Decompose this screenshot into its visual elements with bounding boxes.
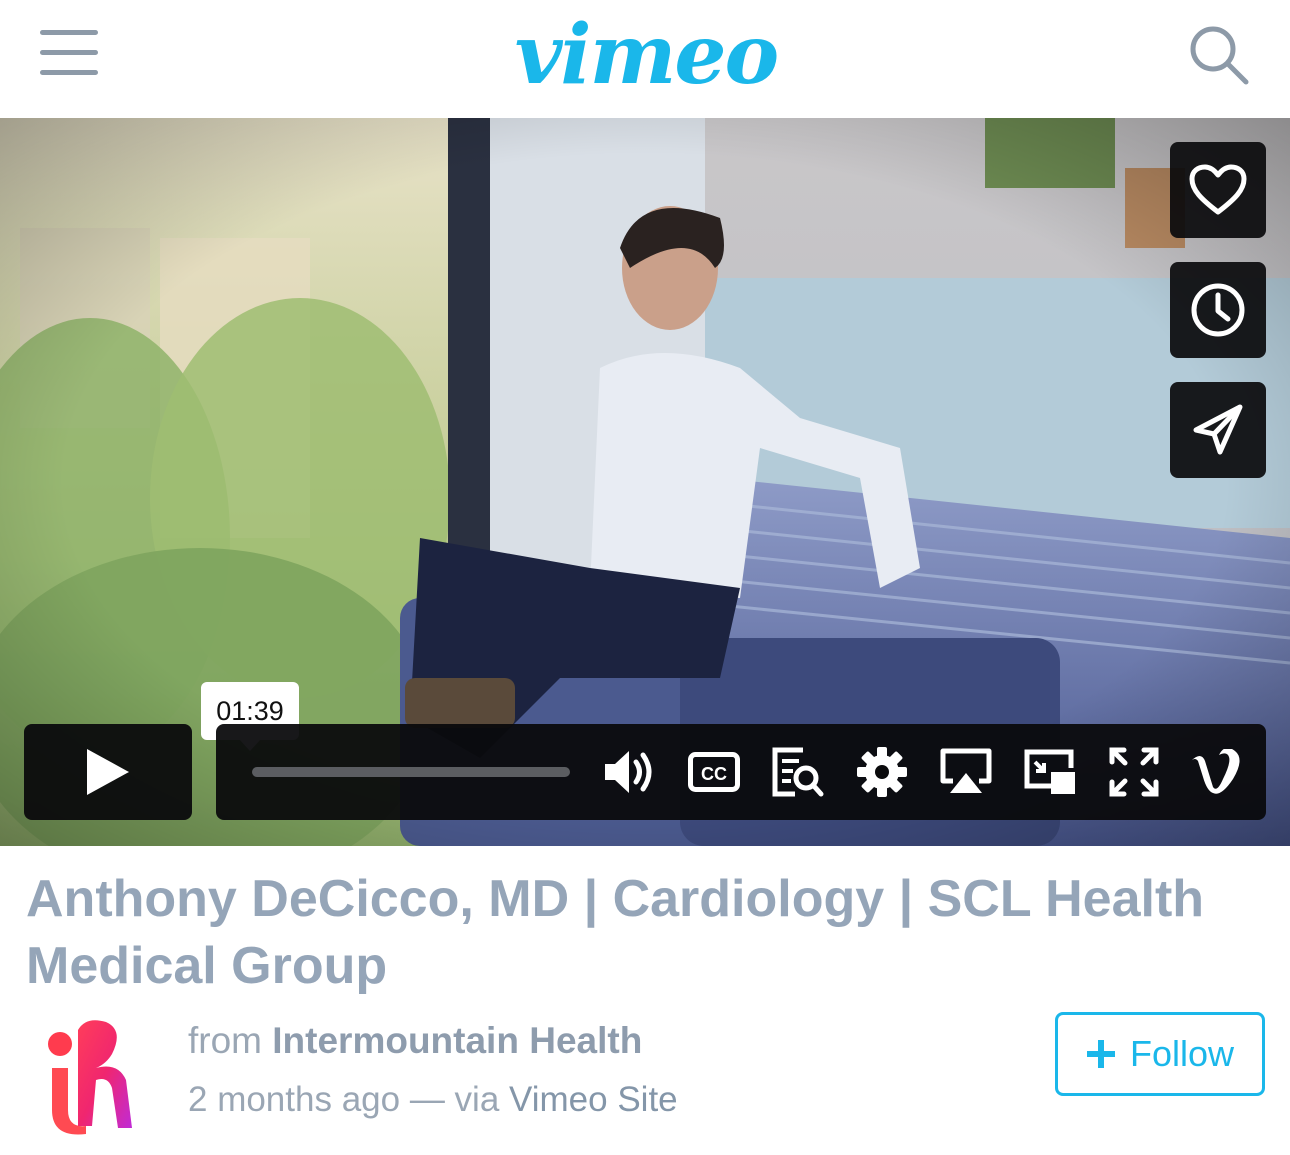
fullscreen-button[interactable] — [1104, 742, 1164, 802]
channel-name-link[interactable]: Intermountain Health — [272, 1020, 642, 1061]
paper-plane-icon — [1193, 404, 1243, 455]
search-icon[interactable] — [1188, 24, 1250, 86]
speaker-icon — [605, 751, 652, 793]
upload-meta: 2 months ago — via Vimeo Site — [188, 1080, 678, 1120]
share-button[interactable] — [1170, 382, 1266, 478]
via-label: — via — [409, 1080, 500, 1119]
transcript-search-icon — [772, 747, 824, 797]
svg-text:CC: CC — [701, 764, 727, 784]
transcript-button[interactable] — [768, 742, 828, 802]
video-player[interactable]: 01:39 CC — [0, 118, 1290, 846]
like-button[interactable] — [1170, 142, 1266, 238]
follow-button[interactable]: Follow — [1055, 1012, 1265, 1096]
progress-bar[interactable] — [252, 767, 570, 777]
vimeo-v-icon — [1191, 749, 1240, 794]
airplay-icon — [940, 748, 992, 793]
heart-icon — [1189, 164, 1247, 215]
follow-label: Follow — [1129, 1033, 1235, 1074]
intermountain-health-logo — [48, 1020, 132, 1135]
cc-icon: CC — [688, 752, 740, 792]
captions-button[interactable]: CC — [684, 742, 744, 802]
airplay-button[interactable] — [936, 742, 996, 802]
from-label: from — [188, 1020, 262, 1061]
settings-button[interactable] — [852, 742, 912, 802]
upload-age: 2 months ago — [188, 1080, 401, 1119]
gear-icon — [857, 747, 907, 797]
clock-icon — [1191, 283, 1245, 337]
pip-icon — [1024, 749, 1075, 794]
vimeo-link-button[interactable] — [1186, 742, 1246, 802]
upload-source: Vimeo Site — [509, 1080, 678, 1119]
vimeo-logo[interactable]: vimeo — [514, 2, 779, 108]
channel-avatar[interactable] — [26, 1010, 164, 1138]
top-bar: vimeo — [0, 0, 1290, 118]
plus-icon — [1086, 1040, 1115, 1068]
hamburger-menu-icon[interactable] — [40, 28, 98, 76]
video-title[interactable]: Anthony DeCicco, MD | Cardiology | SCL H… — [26, 866, 1266, 1000]
watch-later-button[interactable] — [1170, 262, 1266, 358]
picture-in-picture-button[interactable] — [1020, 742, 1080, 802]
fullscreen-icon — [1109, 747, 1159, 797]
play-icon — [87, 749, 129, 795]
play-button[interactable] — [24, 724, 192, 820]
channel-line: from Intermountain Health — [188, 1020, 642, 1062]
volume-button[interactable] — [600, 742, 660, 802]
player-control-bar: CC — [216, 724, 1266, 820]
